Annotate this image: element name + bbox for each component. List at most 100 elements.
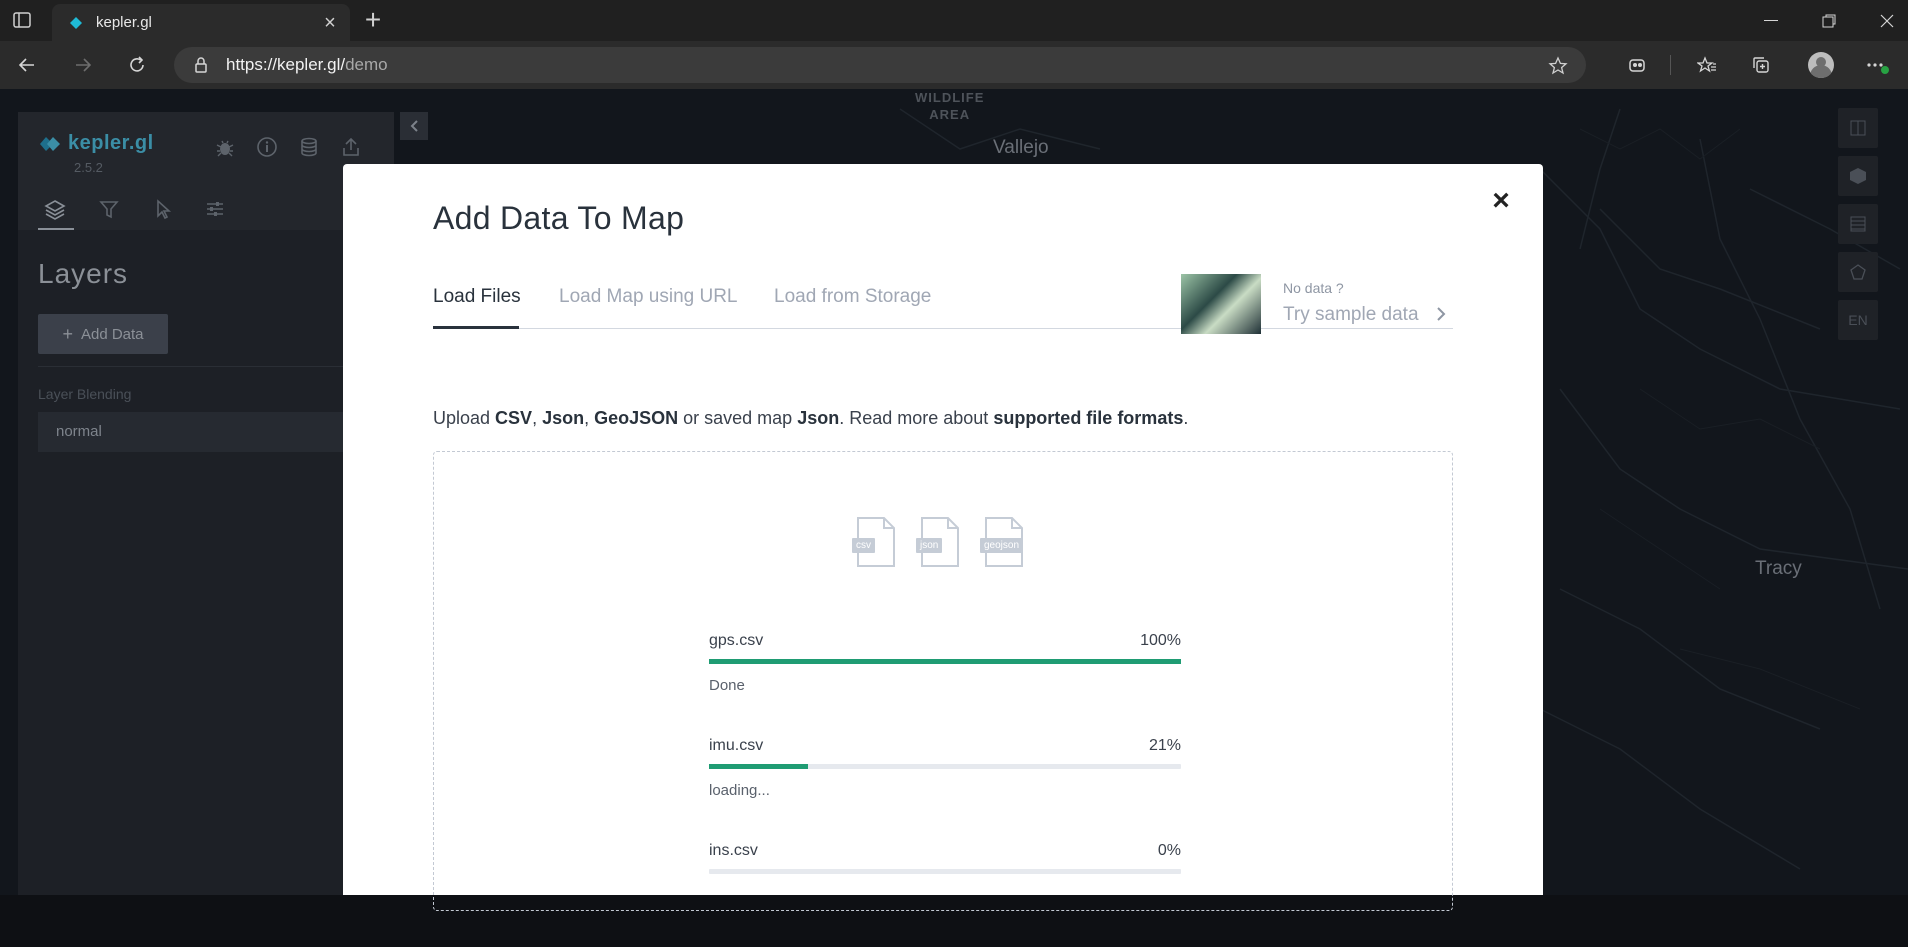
- back-button[interactable]: [10, 49, 44, 81]
- format-csv: CSV: [495, 408, 533, 428]
- upload-file-name: imu.csv: [709, 737, 764, 754]
- upload-text-sep2: ,: [584, 408, 595, 428]
- lock-icon: [195, 57, 207, 73]
- tab-load-map-url[interactable]: Load Map using URL: [559, 286, 738, 308]
- browser-tab-bar: kepler.gl × +: [0, 0, 1908, 41]
- no-data-label: No data ?: [1283, 280, 1344, 296]
- layers-tab-icon[interactable]: [44, 198, 66, 220]
- modal-close-icon[interactable]: ×: [1489, 186, 1513, 216]
- kepler-favicon-icon: [70, 16, 82, 29]
- url-text: https://kepler.gl/demo: [226, 55, 388, 75]
- forward-button[interactable]: [66, 49, 100, 81]
- modal-tabs: Load Files Load Map using URL Load from …: [433, 274, 1453, 334]
- database-icon[interactable]: [298, 136, 322, 160]
- url-path: demo: [345, 55, 388, 74]
- add-data-label: Add Data: [80, 325, 144, 343]
- upload-percent: 100%: [1140, 632, 1181, 649]
- sample-data-thumbnail: [1181, 274, 1261, 334]
- reload-button[interactable]: [120, 49, 154, 81]
- upload-percent: 21%: [1148, 737, 1181, 754]
- close-window-button[interactable]: [1858, 0, 1908, 41]
- map-label-tracy: Tracy: [1755, 558, 1802, 579]
- side-divider: [38, 366, 394, 367]
- bug-icon[interactable]: [214, 136, 238, 160]
- split-map-icon[interactable]: [1838, 108, 1878, 148]
- collapse-sidebar-button[interactable]: [400, 112, 428, 140]
- toolbar-separator: [1670, 55, 1671, 75]
- app-name: kepler.gl: [68, 132, 154, 154]
- upload-text-prefix: Upload: [433, 408, 496, 428]
- more-options-icon[interactable]: [1860, 49, 1894, 81]
- map-label-wildlife-line1: WILDLIFE: [915, 90, 985, 105]
- upload-text-suffix: . Read more about: [839, 408, 994, 428]
- map-legend-icon[interactable]: [1838, 204, 1878, 244]
- upload-text-sep1: ,: [532, 408, 543, 428]
- collections-icon[interactable]: [1744, 49, 1778, 81]
- locale-button[interactable]: EN: [1838, 300, 1878, 340]
- try-sample-data-label: Try sample data: [1283, 304, 1419, 325]
- supported-formats-link[interactable]: supported file formats: [993, 408, 1183, 428]
- restore-button[interactable]: [1800, 0, 1858, 41]
- modal-title: Add Data To Map: [433, 200, 685, 236]
- info-icon[interactable]: [256, 136, 280, 160]
- map-label-wildlife-line2: AREA: [929, 107, 971, 122]
- file-type-icons: csv json geojson: [852, 516, 1026, 568]
- tab-load-files[interactable]: Load Files: [433, 286, 521, 308]
- upload-item: gps.csv 100% Done: [709, 632, 1181, 737]
- minimize-button[interactable]: [1742, 0, 1800, 41]
- json-file-icon: json: [916, 516, 962, 568]
- close-tab-icon[interactable]: ×: [322, 13, 338, 33]
- browser-toolbar: https://kepler.gl/demo: [0, 41, 1908, 90]
- kepler-logo-icon: [40, 136, 60, 151]
- side-panel-header: kepler.gl 2.5.2: [18, 112, 394, 230]
- upload-progress-list: gps.csv 100% Done imu.csv 21% loading...…: [709, 632, 1181, 947]
- interactions-tab-icon[interactable]: [152, 198, 174, 220]
- kepler-logo: kepler.gl: [40, 132, 154, 155]
- new-tab-button[interactable]: +: [360, 6, 386, 34]
- browser-tab-title: kepler.gl: [96, 14, 152, 31]
- basemap-tab-icon[interactable]: [204, 198, 226, 220]
- geojson-file-tag: geojson: [980, 538, 1024, 553]
- extension-icon[interactable]: [1620, 49, 1654, 81]
- 3d-map-icon[interactable]: [1838, 156, 1878, 196]
- layer-blending-label: Layer Blending: [38, 386, 132, 402]
- active-modal-tab-underline: [433, 326, 519, 329]
- tab-actions-icon[interactable]: [12, 10, 32, 30]
- upload-file-name: ins.csv: [709, 842, 758, 859]
- chevron-right-icon: [1437, 307, 1446, 321]
- side-panel-tabs: [18, 190, 394, 230]
- app-version: 2.5.2: [74, 160, 103, 175]
- filters-tab-icon[interactable]: [98, 198, 120, 220]
- upload-status: Done: [709, 677, 745, 694]
- upload-progress-bar: [709, 659, 1181, 664]
- format-json: Json: [542, 408, 585, 428]
- upload-status: loading...: [709, 782, 770, 799]
- tab-load-storage[interactable]: Load from Storage: [774, 286, 931, 308]
- sample-data-link[interactable]: No data ? Try sample data: [1181, 274, 1453, 334]
- profile-avatar[interactable]: [1804, 49, 1838, 81]
- share-icon[interactable]: [340, 136, 364, 160]
- upload-progress-fill: [709, 764, 809, 769]
- add-data-modal: × Add Data To Map Load Files Load Map us…: [343, 164, 1543, 911]
- layer-blending-select[interactable]: normal: [38, 412, 394, 452]
- upload-file-name: gps.csv: [709, 632, 764, 649]
- address-bar[interactable]: https://kepler.gl/demo: [174, 47, 1586, 83]
- upload-item: imu.csv 21% loading...: [709, 737, 1181, 842]
- file-drop-zone[interactable]: csv json geojson gps.csv 100% Done imu.c…: [433, 451, 1453, 911]
- favorites-icon[interactable]: [1690, 49, 1724, 81]
- url-host: https://kepler.gl/: [226, 55, 346, 74]
- geojson-file-icon: geojson: [980, 516, 1026, 568]
- upload-progress-bar: [709, 764, 1181, 769]
- json-file-tag: json: [916, 538, 943, 553]
- format-map-json: Json: [797, 408, 840, 428]
- format-geojson: GeoJSON: [594, 408, 679, 428]
- add-data-button[interactable]: + Add Data: [38, 314, 168, 354]
- browser-tab-kepler[interactable]: kepler.gl ×: [52, 4, 350, 41]
- chevron-left-icon: [410, 120, 418, 132]
- upload-progress-bar: [709, 869, 1181, 874]
- active-tab-underline: [38, 228, 74, 230]
- draw-polygon-icon[interactable]: [1838, 252, 1878, 292]
- plus-icon: +: [62, 323, 73, 344]
- csv-file-icon: csv: [852, 516, 898, 568]
- add-favorite-icon[interactable]: [1548, 56, 1568, 76]
